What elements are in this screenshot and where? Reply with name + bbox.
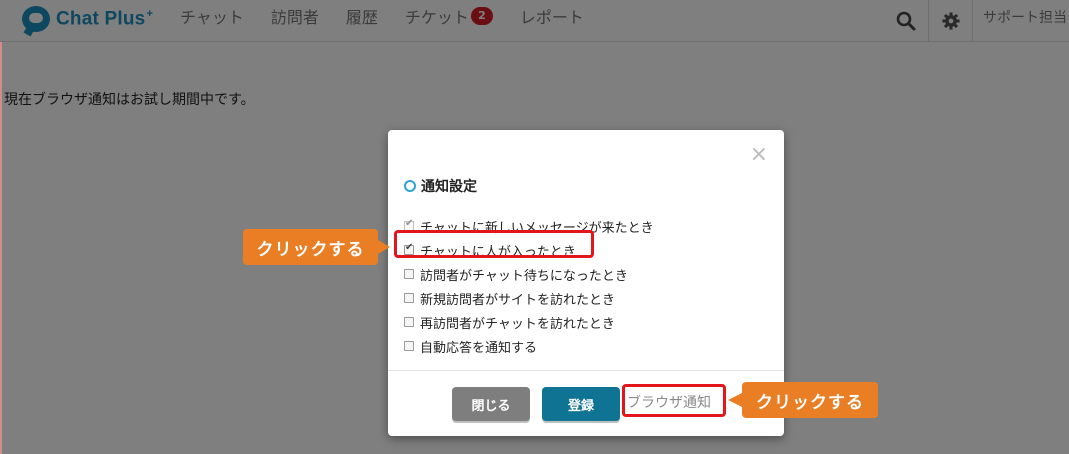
close-button[interactable]: 閉じる (452, 387, 530, 421)
option-label: 再訪問者がチャットを訪れたとき (420, 316, 615, 332)
option-returning-visitor[interactable]: 再訪問者がチャットを訪れたとき (404, 310, 654, 334)
dialog-title-text: 通知設定 (421, 179, 477, 195)
highlight-person-joined (394, 230, 594, 258)
register-button[interactable]: 登録 (542, 387, 620, 421)
checkbox-new-visitor[interactable] (404, 293, 414, 303)
callout-click-browser-notification: クリックする (728, 382, 878, 418)
option-visitor-waiting[interactable]: 訪問者がチャット待ちになったとき (404, 262, 654, 286)
close-icon[interactable]: × (750, 144, 768, 166)
checkbox-visitor-waiting[interactable] (404, 269, 414, 279)
circle-icon (404, 180, 416, 192)
option-label: 新規訪問者がサイトを訪れたとき (420, 292, 616, 308)
callout-click-checkbox: クリックする (243, 229, 390, 265)
dialog-divider (388, 370, 784, 371)
checkbox-auto-response[interactable] (404, 341, 414, 351)
dialog-title: 通知設定 (404, 176, 477, 196)
option-label: 自動応答を通知する (420, 340, 538, 356)
left-edge-line (0, 42, 2, 454)
checkbox-returning-visitor[interactable] (404, 317, 414, 327)
option-new-visitor[interactable]: 新規訪問者がサイトを訪れたとき (404, 286, 654, 310)
option-auto-response[interactable]: 自動応答を通知する (404, 334, 654, 358)
highlight-browser-notification (622, 384, 726, 417)
option-label: 訪問者がチャット待ちになったとき (420, 268, 628, 284)
